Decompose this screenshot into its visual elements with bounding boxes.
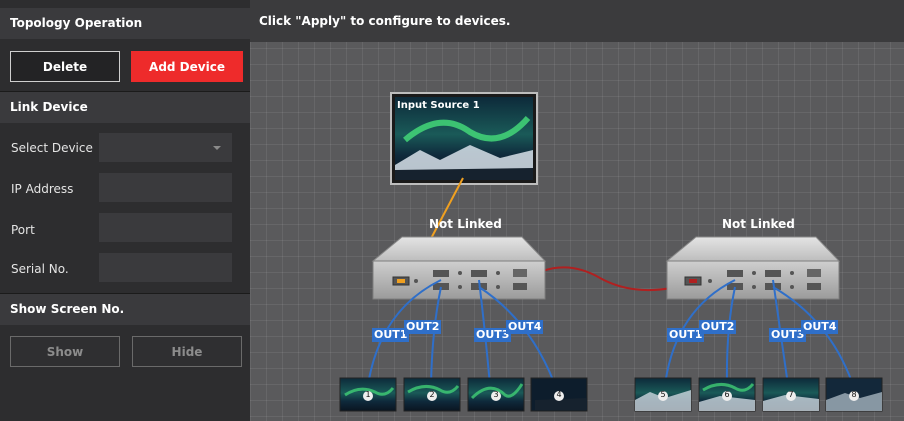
device-2-out4-label: OUT4 <box>801 320 839 334</box>
screen-2-number: 2 <box>429 390 435 399</box>
device-1-status: Not Linked <box>429 217 502 231</box>
device-2[interactable] <box>665 236 841 300</box>
device-1-out2-label: OUT2 <box>404 320 442 334</box>
screen-row <box>339 377 883 412</box>
screen-8-number: 8 <box>851 390 857 399</box>
device-1[interactable] <box>371 236 547 300</box>
screen-5-number: 5 <box>660 390 666 399</box>
input-source-label: Input Source 1 <box>397 100 480 111</box>
topology-diagram <box>339 92 883 412</box>
screen-6-number: 6 <box>724 390 730 399</box>
screen-3-number: 3 <box>493 390 499 399</box>
screen-7-number: 7 <box>788 390 794 399</box>
device-1-out4-label: OUT4 <box>506 320 544 334</box>
screen-4-number: 4 <box>556 390 562 399</box>
device-2-status: Not Linked <box>722 217 795 231</box>
screen-1-number: 1 <box>365 390 371 399</box>
device-2-out2-label: OUT2 <box>699 320 737 334</box>
